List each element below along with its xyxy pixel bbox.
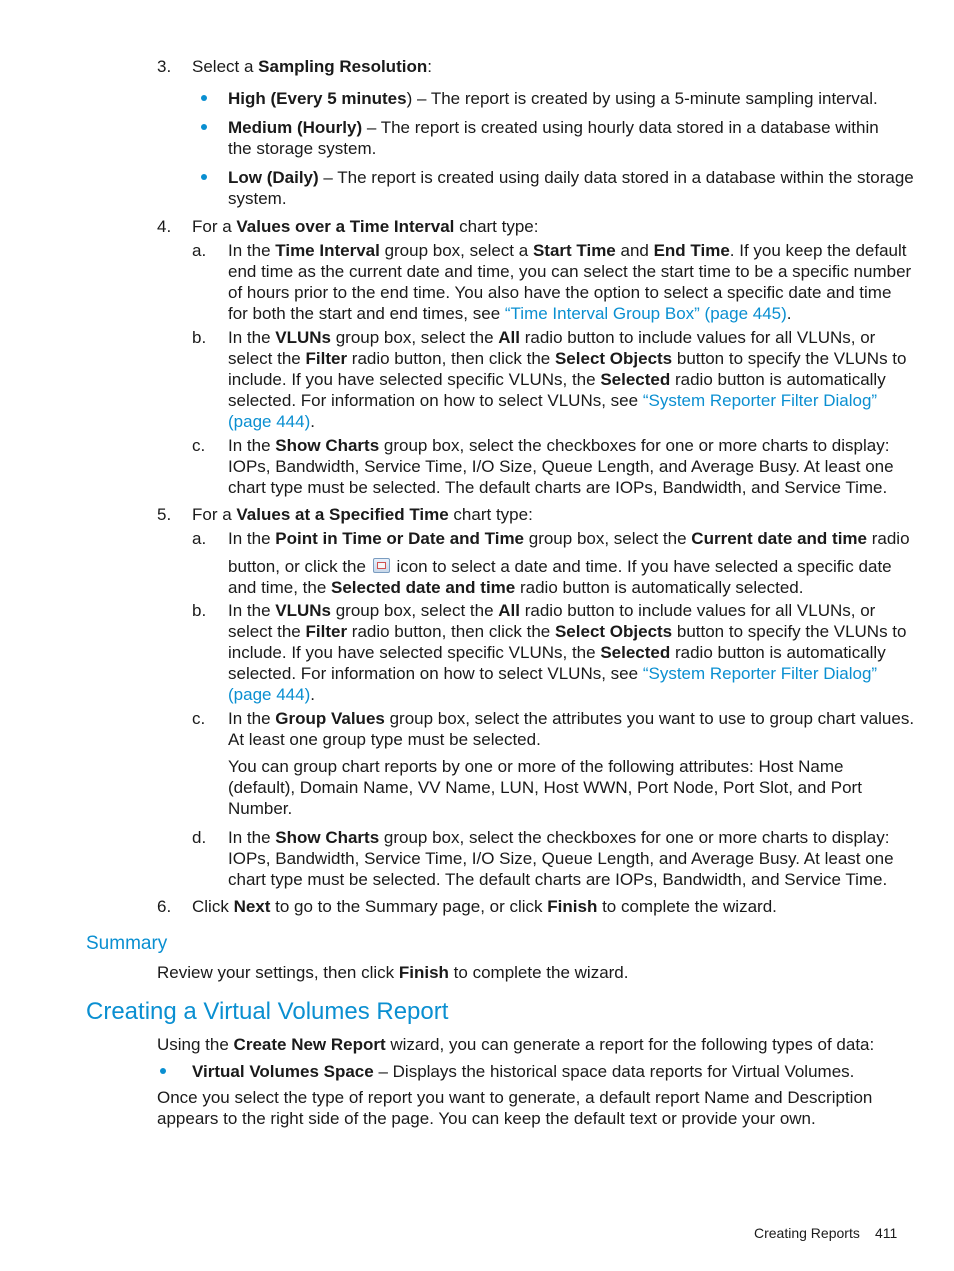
paragraph: appears to the right side of the page. Y… (157, 1109, 816, 1128)
link-system-reporter-filter-dialog[interactable]: “System Reporter Filter Dialog” (643, 391, 877, 410)
bullet-icon (201, 95, 207, 101)
link-page-444[interactable]: (page 444) (228, 412, 310, 431)
bullet-icon (201, 174, 207, 180)
link-time-interval-group-box[interactable]: “Time Interval Group Box” (page 445) (505, 304, 787, 323)
substep-text: select the Filter radio button, then cli… (228, 349, 907, 368)
substep-text: selected. For information on how to sele… (228, 391, 878, 410)
substep-text: select the Filter radio button, then cli… (228, 622, 907, 641)
substep-text: for both the start and end times, see “T… (228, 304, 792, 323)
step-text: For a Values over a Time Interval chart … (192, 217, 539, 236)
list-item: Virtual Volumes Space – Displays the his… (192, 1062, 855, 1081)
substep-label: a. (192, 529, 207, 548)
link-page-444[interactable]: (page 444) (228, 685, 310, 704)
substep-text: include. If you have selected specific V… (228, 643, 886, 662)
substep-text: In the Group Values group box, select th… (228, 709, 915, 728)
calendar-icon (372, 558, 390, 573)
step-number: 5. (157, 505, 172, 524)
paragraph: Using the Create New Report wizard, you … (157, 1035, 875, 1054)
substep-text: In the VLUNs group box, select the All r… (228, 328, 876, 347)
substep-text: chart type must be selected. The default… (228, 870, 888, 889)
substep-text: of hours prior to the end time. You also… (228, 283, 892, 302)
substep-text: chart type must be selected. The default… (228, 478, 888, 497)
substep-label: b. (192, 601, 207, 620)
substep-label: a. (192, 241, 207, 260)
substep-text: In the VLUNs group box, select the All r… (228, 601, 876, 620)
substep-text: button, or click the icon to select a da… (228, 557, 892, 576)
substep-text: In the Time Interval group box, select a… (228, 241, 907, 260)
substep-label: b. (192, 328, 207, 347)
section-heading-virtual-volumes-report: Creating a Virtual Volumes Report (86, 998, 449, 1025)
substep-text: In the Show Charts group box, select the… (228, 436, 890, 455)
substep-label: c. (192, 436, 206, 455)
list-item-cont: the storage system. (228, 139, 377, 158)
substep-label: d. (192, 828, 207, 847)
step-text: Click Next to go to the Summary page, or… (192, 897, 777, 916)
substep-text: end time as the current date and time, y… (228, 262, 912, 281)
footer-section-title: Creating Reports (754, 1225, 860, 1241)
bullet-icon (160, 1068, 166, 1074)
substep-text: IOPs, Bandwidth, Service Time, I/O Size,… (228, 457, 894, 476)
substep-paragraph: You can group chart reports by one or mo… (228, 757, 844, 776)
link-system-reporter-filter-dialog[interactable]: “System Reporter Filter Dialog” (643, 664, 877, 683)
step-number: 6. (157, 897, 172, 916)
substep-text: and time, the Selected date and time rad… (228, 578, 804, 597)
substep-text: In the Show Charts group box, select the… (228, 828, 890, 847)
step-number: 3. (157, 57, 172, 76)
substep-text: At least one group type must be selected… (228, 730, 541, 749)
section-heading-summary: Summary (86, 933, 168, 954)
substep-label: c. (192, 709, 206, 728)
substep-text: (page 444). (228, 685, 315, 704)
substep-text: IOPs, Bandwidth, Service Time, I/O Size,… (228, 849, 894, 868)
substep-paragraph: (default), Domain Name, VV Name, LUN, Ho… (228, 778, 862, 797)
paragraph: Once you select the type of report you w… (157, 1088, 873, 1107)
step-number: 4. (157, 217, 172, 236)
substep-paragraph: Number. (228, 799, 293, 818)
list-item-cont: system. (228, 189, 287, 208)
substep-text: (page 444). (228, 412, 315, 431)
list-item: High (Every 5 minutes) – The report is c… (228, 89, 878, 108)
substep-text: include. If you have selected specific V… (228, 370, 886, 389)
substep-text: selected. For information on how to sele… (228, 664, 878, 683)
substep-text: In the Point in Time or Date and Time gr… (228, 529, 910, 548)
bullet-icon (201, 124, 207, 130)
list-item: Low (Daily) – The report is created usin… (228, 168, 914, 187)
list-item: Medium (Hourly) – The report is created … (228, 118, 879, 137)
step-text: Select a Sampling Resolution: (192, 57, 432, 76)
page-number: 411 (875, 1225, 898, 1241)
step-text: For a Values at a Specified Time chart t… (192, 505, 533, 524)
summary-text: Review your settings, then click Finish … (157, 963, 629, 982)
